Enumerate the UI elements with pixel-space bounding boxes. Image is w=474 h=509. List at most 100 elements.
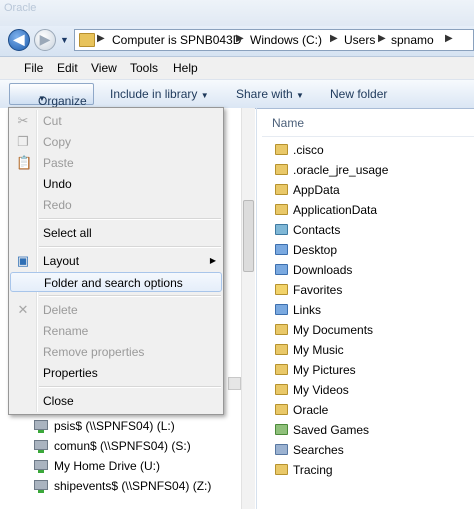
breadcrumb-spnamo[interactable]: spnamo [391,33,434,47]
breadcrumb-separator[interactable]: ▶ [236,33,244,44]
list-item[interactable]: Favorites [275,280,388,300]
drive-label: comun$ (\\SPNFS04) (S:) [54,439,191,453]
chevron-down-icon: ▼ [38,94,46,103]
list-item[interactable]: Desktop [275,240,388,260]
back-arrow-icon: ◀ [13,31,25,47]
menu-item-label: Close [43,394,74,408]
recent-pages-dropdown[interactable]: ▼ [60,35,69,45]
address-bar[interactable]: ▶ Computer is SPNB043D ▶ Windows (C:) ▶ … [74,29,474,51]
item-name: Desktop [293,243,338,257]
item-name: My Videos [293,383,349,397]
drive-item[interactable]: shipevents$ (\\SPNFS04) (Z:) [34,476,211,496]
menu-item-cut[interactable]: ✂ Cut [10,111,222,131]
menu-item-redo[interactable]: Redo [10,195,222,215]
organize-button[interactable]: Organize ▼ [9,83,94,108]
name-column-header[interactable]: Name [272,116,304,130]
breadcrumb-computer[interactable]: Computer is SPNB043D [112,33,241,47]
item-name: Saved Games [293,423,370,437]
breadcrumb-separator[interactable]: ▶ [445,33,453,44]
scrollbar-thumb[interactable] [243,200,254,272]
menu-item-folder-and-search-options[interactable]: Folder and search options [10,272,222,292]
list-item[interactable]: My Documents [275,320,388,340]
folder-icon [275,144,288,155]
copy-icon: ❐ [17,134,29,149]
menu-file[interactable]: File [24,61,43,75]
back-button[interactable]: ◀ [8,29,30,51]
list-item[interactable]: Links [275,300,388,320]
list-item[interactable]: Saved Games [275,420,388,440]
menu-item-undo[interactable]: Undo [10,174,222,194]
menu-item-close[interactable]: Close [10,391,222,411]
forward-arrow-icon: ▶ [39,31,51,47]
list-item[interactable]: .cisco [275,140,388,160]
drive-item[interactable]: psis$ (\\SPNFS04) (L:) [34,416,211,436]
menu-item-layout[interactable]: ▣ Layout ▶ [10,251,222,271]
list-item[interactable]: Oracle [275,400,388,420]
folder-icon [79,33,95,47]
menu-item-label: Undo [43,177,72,191]
list-item[interactable]: My Music [275,340,388,360]
scissors-icon: ✂ [17,113,29,128]
share-with-button[interactable]: Share with ▼ [236,87,304,101]
breadcrumb-separator[interactable]: ▶ [330,33,338,44]
item-name: My Pictures [293,363,356,377]
network-drive-icon [34,420,48,433]
menu-item-label: Remove properties [43,345,145,359]
list-item[interactable]: Tracing [275,460,388,480]
menu-tools[interactable]: Tools [130,61,158,75]
list-item[interactable]: Searches [275,440,388,460]
menu-item-properties[interactable]: Properties [10,363,222,383]
item-name: Favorites [293,283,343,297]
menu-item-label: Redo [43,198,72,212]
folder-icon [275,464,288,475]
list-item[interactable]: ApplicationData [275,200,388,220]
list-item[interactable]: AppData [275,180,388,200]
breadcrumb-users[interactable]: Users [344,33,375,47]
navigation-pane-scrollbar[interactable] [241,108,255,509]
links-icon [275,304,288,315]
list-item[interactable]: .oracle_jre_usage [275,160,388,180]
list-item[interactable]: My Videos [275,380,388,400]
new-folder-button[interactable]: New folder [330,87,387,101]
include-in-library-button[interactable]: Include in library ▼ [110,87,209,101]
list-item[interactable]: Contacts [275,220,388,240]
menu-item-label: Cut [43,114,62,128]
favorites-icon [275,284,288,295]
paste-icon: 📋 [16,155,33,170]
menu-item-select-all[interactable]: Select all [10,223,222,243]
menu-view[interactable]: View [91,61,117,75]
menu-separator [39,218,221,220]
drive-item[interactable]: My Home Drive (U:) [34,456,211,476]
menu-item-delete[interactable]: ✕ Delete [10,300,222,320]
downloads-icon [275,264,288,275]
menu-item-remove-properties[interactable]: Remove properties [10,342,222,362]
breadcrumb-separator[interactable]: ▶ [378,33,386,44]
folder-icon [275,384,288,395]
item-name: My Music [293,343,344,357]
item-name: .oracle_jre_usage [293,163,389,177]
menu-help[interactable]: Help [173,61,198,75]
list-item[interactable]: Downloads [275,260,388,280]
pane-divider[interactable] [256,108,257,509]
scroll-button[interactable] [228,377,241,390]
saved-games-icon [275,424,288,435]
menu-bar: File Edit View Tools Help [0,57,474,80]
breadcrumb-windows-c[interactable]: Windows (C:) [250,33,322,47]
menu-item-label: Properties [43,366,98,380]
item-name: Tracing [293,463,333,477]
drive-item[interactable]: comun$ (\\SPNFS04) (S:) [34,436,211,456]
menu-item-label: Delete [43,303,78,317]
breadcrumb-separator[interactable]: ▶ [97,33,105,44]
file-list: .cisco .oracle_jre_usage AppData Applica… [275,140,388,480]
list-item[interactable]: My Pictures [275,360,388,380]
forward-button[interactable]: ▶ [34,29,56,51]
menu-item-label: Select all [43,226,92,240]
share-with-label: Share with [236,87,293,101]
network-drive-icon [34,440,48,453]
menu-item-paste[interactable]: 📋 Paste [10,153,222,173]
menu-item-rename[interactable]: Rename [10,321,222,341]
menu-item-copy[interactable]: ❐ Copy [10,132,222,152]
chevron-down-icon: ▼ [200,91,209,100]
menu-edit[interactable]: Edit [57,61,78,75]
organize-menu: ✂ Cut ❐ Copy 📋 Paste Undo Redo Select al… [8,107,224,415]
